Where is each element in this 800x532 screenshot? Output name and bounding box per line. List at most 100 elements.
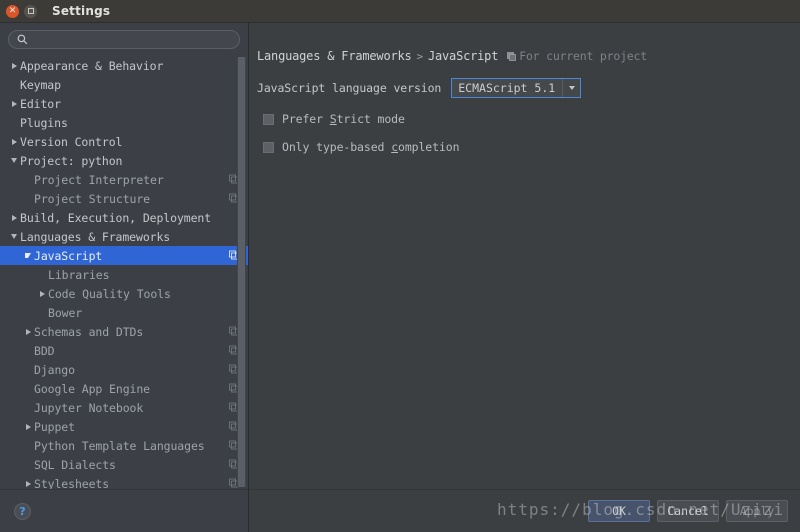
sidebar-item-label: Languages & Frameworks <box>20 229 171 244</box>
chevron-down-icon[interactable] <box>562 79 581 97</box>
sidebar-item-label: Project Interpreter <box>34 172 164 187</box>
project-scope-icon <box>507 51 517 61</box>
sidebar-item-label: Django <box>34 362 75 377</box>
javascript-settings-page: Languages & Frameworks > JavaScript For … <box>249 23 800 489</box>
checkbox-row[interactable]: Prefer Strict mode <box>257 112 800 126</box>
sidebar-item-puppet[interactable]: Puppet <box>0 417 248 436</box>
sidebar-item-label: Appearance & Behavior <box>20 58 164 73</box>
help-icon[interactable]: ? <box>14 502 31 520</box>
breadcrumb-current: JavaScript <box>427 49 499 63</box>
checkbox-row[interactable]: Only type-based completion <box>257 140 800 154</box>
sidebar-item-appearance-behavior[interactable]: Appearance & Behavior <box>0 56 248 75</box>
chevron-right-icon[interactable] <box>22 328 34 335</box>
chevron-right-icon[interactable] <box>36 290 48 297</box>
sidebar-item-label: Bower <box>48 305 83 320</box>
sidebar-footer: ? <box>0 489 248 532</box>
sidebar-item-label: Project Structure <box>34 191 151 206</box>
chevron-right-icon[interactable] <box>8 100 20 107</box>
checkbox-label: Prefer Strict mode <box>282 112 405 126</box>
breadcrumb-root[interactable]: Languages & Frameworks <box>257 49 412 63</box>
checkbox-prefer-strict-mode[interactable] <box>263 113 274 125</box>
sidebar-scrollbar-track[interactable] <box>237 57 246 487</box>
sidebar-item-project-python[interactable]: Project: python <box>0 151 248 170</box>
sidebar-item-label: SQL Dialects <box>34 457 116 472</box>
window-content: Appearance & Behavior Keymap Editor Plugins… <box>0 23 800 532</box>
sidebar-item-python-template-languages[interactable]: Python Template Languages <box>0 436 248 455</box>
sidebar-item-version-control[interactable]: Version Control <box>0 132 248 151</box>
sidebar-item-label: Libraries <box>48 267 110 282</box>
checkbox-label-mnemonic: c <box>391 140 399 154</box>
chevron-right-icon[interactable] <box>22 423 34 430</box>
sidebar-item-label: Code Quality Tools <box>48 286 171 301</box>
sidebar-item-build-execution-deployment[interactable]: Build, Execution, Deployment <box>0 208 248 227</box>
sidebar-item-google-app-engine[interactable]: Google App Engine <box>0 379 248 398</box>
sidebar-item-javascript[interactable]: JavaScript <box>0 246 248 265</box>
settings-window: ✕ Settings Appearance & Behavior Keymap Ed… <box>0 0 800 532</box>
cancel-button[interactable]: Cancel <box>657 500 719 522</box>
chevron-down-icon[interactable] <box>8 158 20 163</box>
settings-main-panel: Languages & Frameworks > JavaScript For … <box>249 23 800 532</box>
search-box[interactable] <box>8 30 240 49</box>
chevron-right-icon[interactable] <box>8 62 20 69</box>
title-bar: ✕ Settings <box>0 0 800 23</box>
sidebar-item-plugins[interactable]: Plugins <box>0 113 248 132</box>
sidebar-item-jupyter-notebook[interactable]: Jupyter Notebook <box>0 398 248 417</box>
checkbox-label-prefix: Only type-based <box>282 140 392 154</box>
chevron-right-icon[interactable] <box>8 214 20 221</box>
apply-button[interactable]: Apply <box>726 500 788 522</box>
breadcrumb-scope-note: For current project <box>519 49 647 63</box>
search-container <box>0 23 248 55</box>
sidebar-item-label: Editor <box>20 96 61 111</box>
ok-button[interactable]: OK <box>588 500 650 522</box>
language-version-value: ECMAScript 5.1 <box>458 81 556 95</box>
chevron-down-icon[interactable] <box>22 253 34 258</box>
sidebar-item-bower[interactable]: Bower <box>0 303 248 322</box>
sidebar-item-label: Python Template Languages <box>34 438 205 453</box>
sidebar-item-libraries[interactable]: Libraries <box>0 265 248 284</box>
breadcrumb: Languages & Frameworks > JavaScript For … <box>257 49 800 63</box>
checkbox-only-type-based-completion[interactable] <box>263 141 274 153</box>
sidebar-item-label: Jupyter Notebook <box>34 400 144 415</box>
sidebar-item-project-structure[interactable]: Project Structure <box>0 189 248 208</box>
settings-tree: Appearance & Behavior Keymap Editor Plugins… <box>0 55 248 489</box>
sidebar-item-stylesheets[interactable]: Stylesheets <box>0 474 248 489</box>
sidebar-item-label: Puppet <box>34 419 75 434</box>
sidebar-item-code-quality-tools[interactable]: Code Quality Tools <box>0 284 248 303</box>
chevron-down-icon[interactable] <box>8 234 20 239</box>
sidebar-item-project-interpreter[interactable]: Project Interpreter <box>0 170 248 189</box>
sidebar-item-bdd[interactable]: BDD <box>0 341 248 360</box>
sidebar-item-label: JavaScript <box>34 248 103 263</box>
sidebar-item-label: Plugins <box>20 115 68 130</box>
dialog-button-bar: OK Cancel Apply <box>249 489 800 532</box>
language-version-select[interactable]: ECMAScript 5.1 <box>451 78 582 98</box>
settings-sidebar: Appearance & Behavior Keymap Editor Plugins… <box>0 23 249 532</box>
sidebar-item-label: Project: python <box>20 153 123 168</box>
sidebar-item-label: Keymap <box>20 77 61 92</box>
close-icon[interactable]: ✕ <box>6 4 19 18</box>
sidebar-item-django[interactable]: Django <box>0 360 248 379</box>
chevron-right-icon[interactable] <box>22 480 34 487</box>
sidebar-item-label: Schemas and DTDs <box>34 324 144 339</box>
maximize-icon[interactable] <box>24 4 37 18</box>
search-input[interactable] <box>33 33 231 46</box>
sidebar-item-label: Build, Execution, Deployment <box>20 210 212 225</box>
language-version-row: JavaScript language version ECMAScript 5… <box>257 78 800 98</box>
chevron-right-icon[interactable] <box>8 138 20 145</box>
sidebar-item-keymap[interactable]: Keymap <box>0 75 248 94</box>
checkbox-label: Only type-based completion <box>282 140 460 154</box>
language-version-label: JavaScript language version <box>257 81 442 95</box>
search-icon <box>17 34 28 45</box>
sidebar-item-label: Google App Engine <box>34 381 151 396</box>
checkbox-label-mnemonic: S <box>329 112 337 126</box>
checkbox-label-suffix: trict mode <box>336 112 405 126</box>
sidebar-scrollbar-thumb[interactable] <box>238 57 245 487</box>
window-title: Settings <box>52 4 111 18</box>
sidebar-item-sql-dialects[interactable]: SQL Dialects <box>0 455 248 474</box>
sidebar-item-languages-frameworks[interactable]: Languages & Frameworks <box>0 227 248 246</box>
checkbox-label-prefix: Prefer <box>282 112 330 126</box>
breadcrumb-separator: > <box>416 49 424 63</box>
sidebar-item-editor[interactable]: Editor <box>0 94 248 113</box>
sidebar-item-schemas-and-dtds[interactable]: Schemas and DTDs <box>0 322 248 341</box>
sidebar-item-label: Version Control <box>20 134 123 149</box>
checkbox-label-suffix: ompletion <box>398 140 460 154</box>
